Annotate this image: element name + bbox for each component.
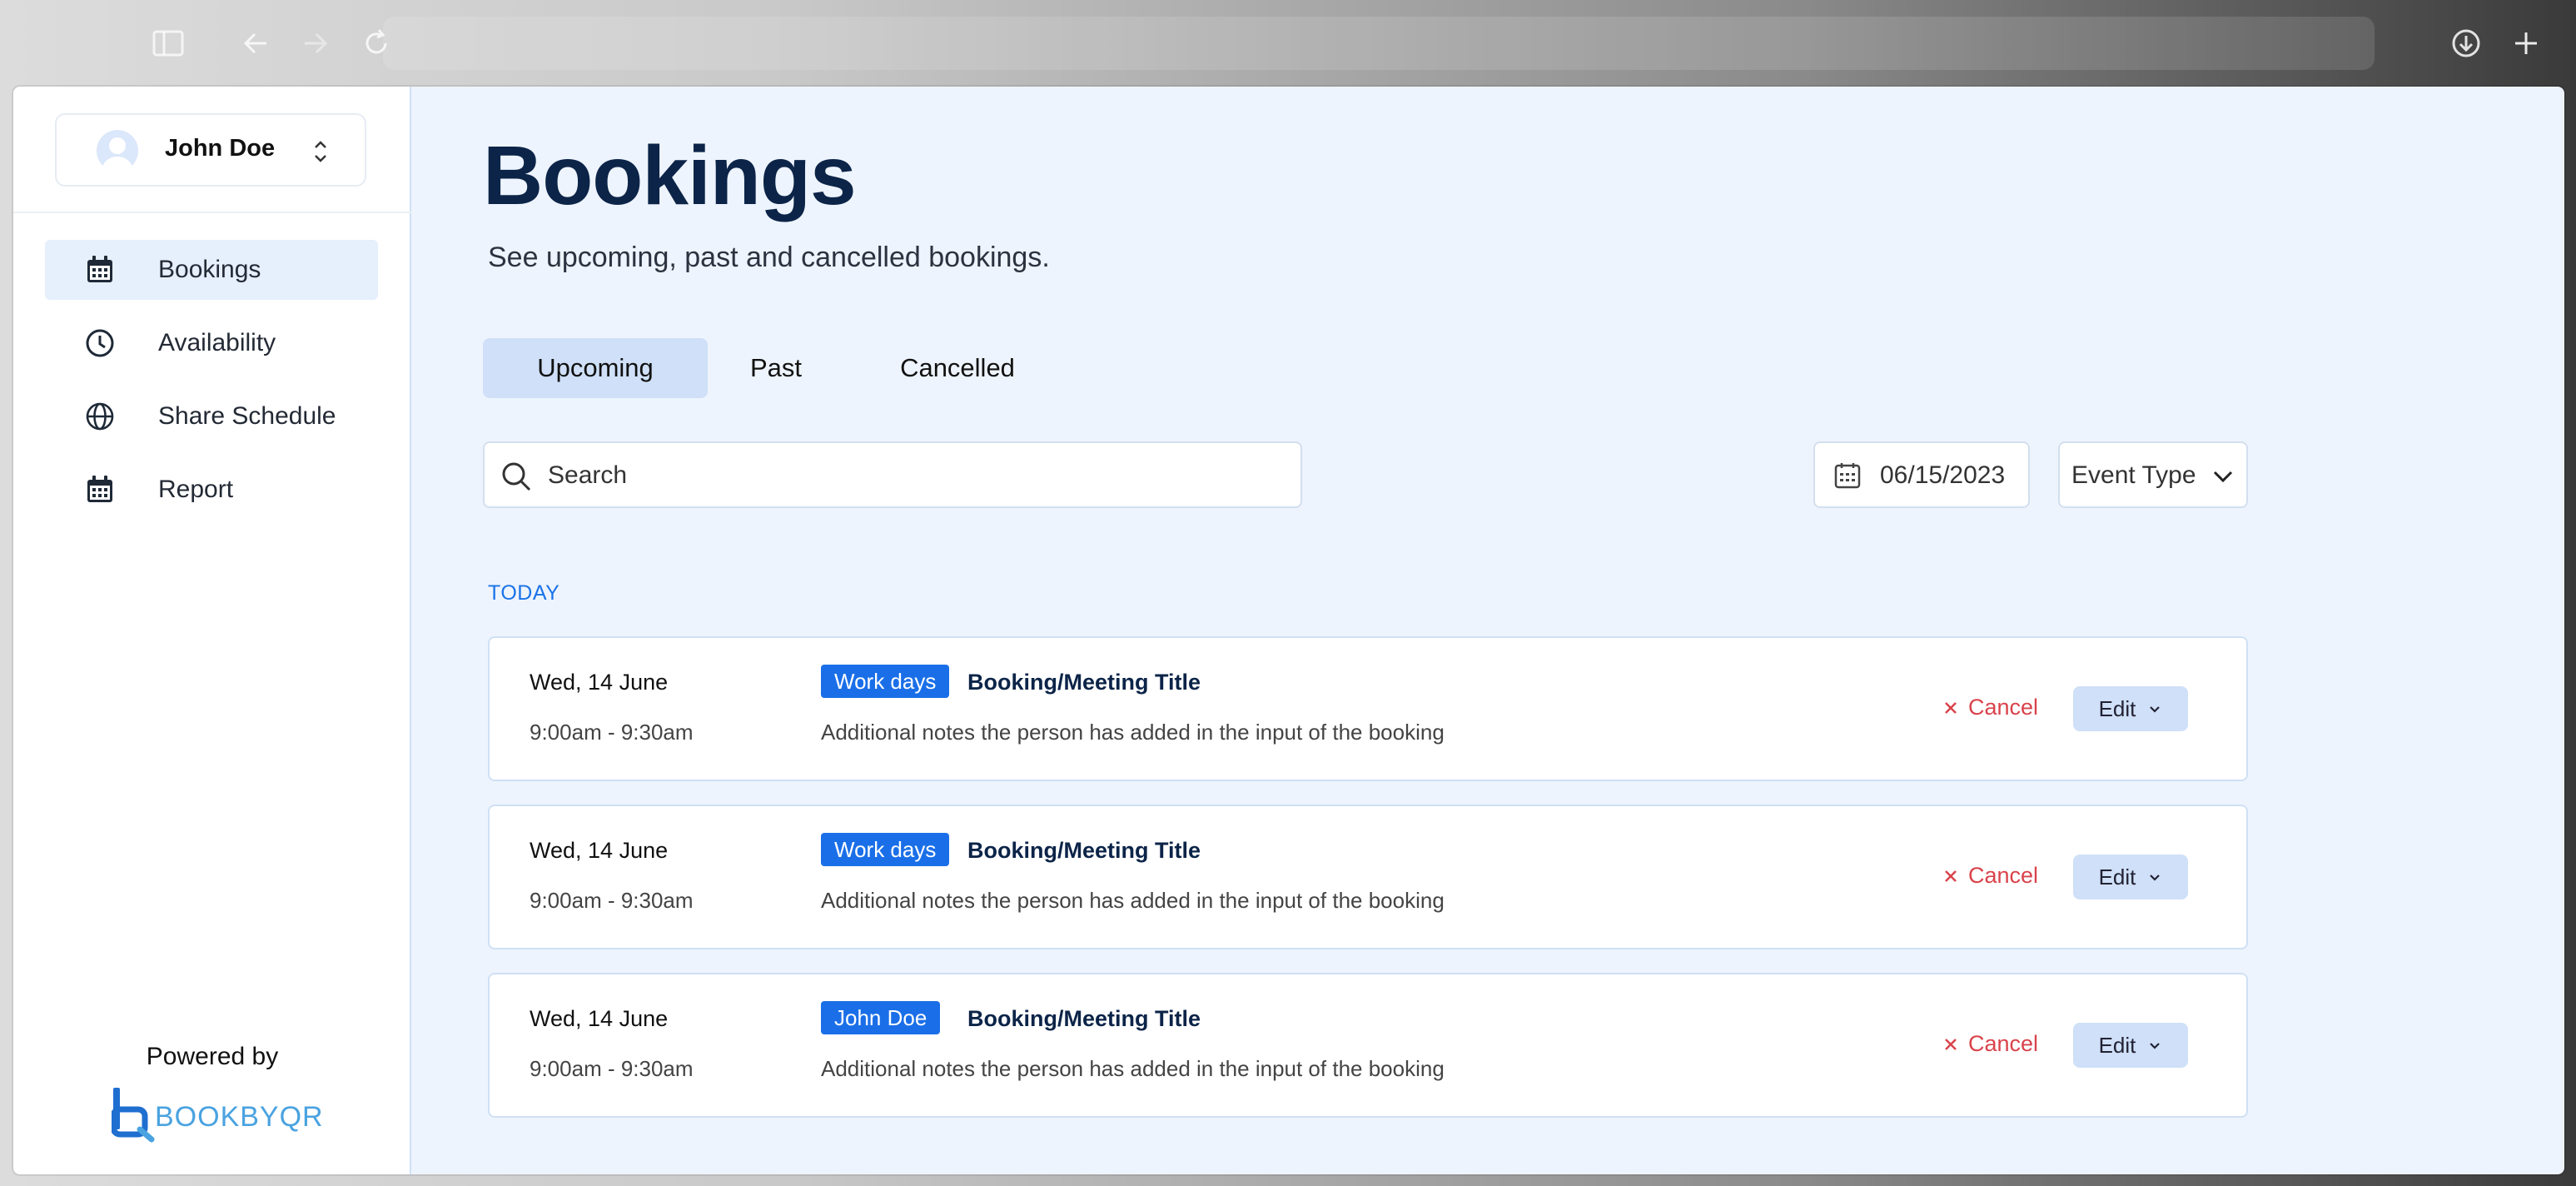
booking-card: Wed, 14 June 9:00am - 9:30am John Doe Bo… [488,973,2248,1118]
back-icon[interactable] [238,25,275,62]
booking-date: Wed, 14 June [530,838,669,863]
edit-label: Edit [2098,695,2136,721]
cancel-label: Cancel [1968,863,2039,888]
chevron-down-icon [2150,875,2161,881]
cancel-label: Cancel [1968,695,2039,720]
globe-icon [86,402,114,431]
booking-tag: Work days [821,833,950,866]
booking-title: Booking/Meeting Title [967,1006,1201,1031]
calendar-icon [87,256,112,282]
clock-icon [86,329,114,357]
main-content: Bookings See upcoming, past and cancelle… [411,87,2564,1174]
sidebar-item-label: Availability [158,329,276,356]
booking-tag: John Doe [821,1001,941,1034]
chevron-up-down-icon [315,141,326,162]
download-icon[interactable] [2448,25,2484,62]
forward-icon[interactable] [296,25,333,62]
search-box [483,441,1302,508]
search-input[interactable] [548,455,1281,496]
cancel-button[interactable]: Cancel [1943,695,2038,720]
section-label-today: TODAY [488,581,560,605]
booking-notes: Additional notes the person has added in… [821,720,1445,745]
booking-time: 9:00am - 9:30am [530,1056,694,1081]
sidebar-item-label: Share Schedule [158,402,336,430]
user-name: John Doe [165,135,276,162]
tab-past[interactable]: Past [726,338,826,398]
booking-notes: Additional notes the person has added in… [821,1056,1445,1081]
edit-button[interactable]: Edit [2073,1023,2188,1068]
logo-text: BOOKBYQR [155,1101,324,1133]
booking-title: Booking/Meeting Title [967,838,1201,863]
sidebar-item-bookings[interactable]: Bookings [45,240,378,300]
tab-upcoming[interactable]: Upcoming [483,338,708,398]
booking-time: 9:00am - 9:30am [530,888,694,913]
cancel-button[interactable]: Cancel [1943,863,2038,889]
tab-cancelled[interactable]: Cancelled [883,338,1032,398]
sidebar-item-label: Report [158,476,234,503]
chevron-down-icon [2213,471,2233,483]
avatar [97,130,138,172]
browser-toolbar [0,0,2576,87]
cancel-label: Cancel [1968,1031,2039,1056]
close-icon [1945,701,1957,714]
divider [13,212,411,213]
date-value: 06/15/2023 [1880,461,2006,489]
app-window: John Doe Bookings Availability Share Sch… [13,87,2564,1174]
booking-time: 9:00am - 9:30am [530,720,694,745]
sidebar-toggle-icon[interactable] [150,25,186,62]
booking-tag: Work days [821,665,950,698]
booking-notes: Additional notes the person has added in… [821,888,1445,913]
event-type-select[interactable]: Event Type [2058,441,2248,508]
date-picker[interactable]: 06/15/2023 [1813,441,2030,508]
edit-button[interactable]: Edit [2073,855,2188,899]
close-icon [1945,870,1957,882]
sidebar-item-share-schedule[interactable]: Share Schedule [45,386,378,446]
page-subtitle: See upcoming, past and cancelled booking… [488,242,1050,273]
logo-mark-icon [112,1088,155,1143]
edit-label: Edit [2098,1032,2136,1058]
sidebar-item-label: Bookings [158,256,261,283]
sidebar-item-report[interactable]: Report [45,460,378,520]
chevron-down-icon [2150,1043,2161,1049]
chevron-down-icon [2150,706,2161,713]
page-title: Bookings [483,129,857,222]
booking-card: Wed, 14 June 9:00am - 9:30am Work days B… [488,636,2248,781]
cancel-button[interactable]: Cancel [1943,1031,2038,1057]
search-icon [502,462,531,491]
booking-date: Wed, 14 June [530,670,669,695]
event-type-value: Event Type [2071,461,2196,489]
user-switcher[interactable]: John Doe [55,113,366,187]
calendar-icon [87,476,112,502]
address-bar[interactable] [383,17,2375,70]
sidebar-item-availability[interactable]: Availability [45,313,378,373]
booking-title: Booking/Meeting Title [967,670,1201,695]
powered-by-label: Powered by [146,1043,279,1070]
calendar-icon [1834,463,1861,489]
close-icon [1945,1038,1957,1050]
booking-date: Wed, 14 June [530,1006,669,1031]
new-tab-icon[interactable] [2508,25,2544,62]
edit-label: Edit [2098,864,2136,890]
bookbyqr-logo: BOOKBYQR [112,1084,323,1144]
booking-card: Wed, 14 June 9:00am - 9:30am Work days B… [488,805,2248,949]
sidebar: John Doe Bookings Availability Share Sch… [13,87,411,1174]
edit-button[interactable]: Edit [2073,686,2188,731]
